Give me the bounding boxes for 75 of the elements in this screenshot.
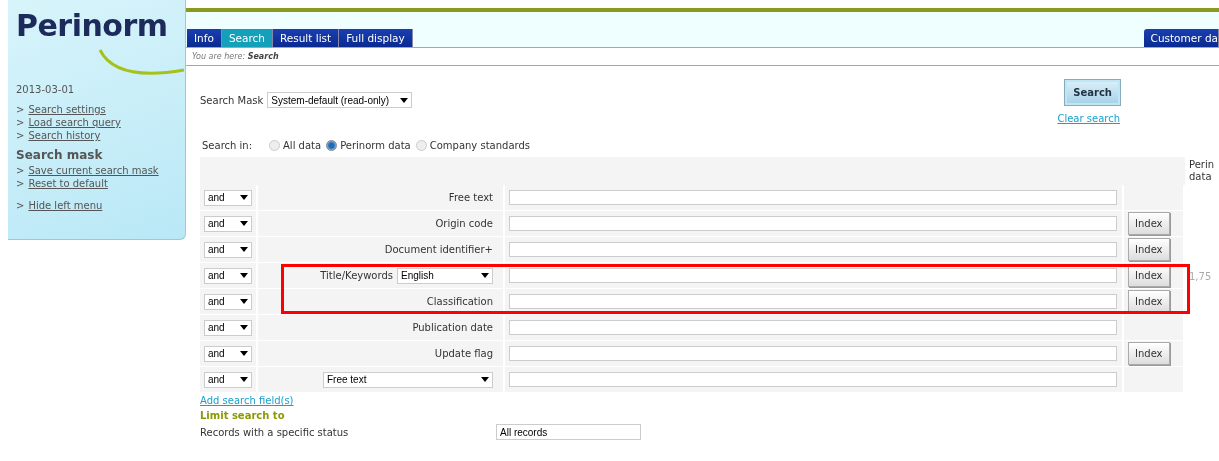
field-label: Update flag <box>434 348 493 359</box>
hide-menu-link[interactable]: Hide left menu <box>28 200 103 211</box>
result-count: 1,75 <box>1189 270 1212 282</box>
caret-icon <box>240 351 248 356</box>
field-label: Title/Keywords <box>320 270 393 281</box>
caret-icon <box>240 299 248 304</box>
search-input[interactable] <box>509 320 1117 335</box>
caret-icon <box>240 273 248 278</box>
caret-icon <box>240 195 248 200</box>
section-heading: Limit search to <box>200 409 286 423</box>
search-in-label: Search in: <box>202 140 253 151</box>
tab[interactable]: Info <box>187 29 222 47</box>
field-label: Classification <box>426 296 493 307</box>
status-dropdown[interactable]: All records <box>496 424 641 440</box>
sidebar-link[interactable]: Reset to default <box>28 178 108 189</box>
radio-button[interactable] <box>269 140 281 151</box>
operator-dropdown[interactable]: and <box>204 267 252 284</box>
search-button[interactable]: Search <box>1065 80 1120 105</box>
link-marker: > <box>16 130 25 141</box>
search-mask-dropdown[interactable]: System-default (read-only) <box>267 92 413 108</box>
caret-icon <box>481 273 489 278</box>
operator-dropdown[interactable]: and <box>204 241 252 258</box>
sidebar-heading: Search mask <box>16 148 104 162</box>
index-button[interactable]: Index <box>1128 342 1170 365</box>
index-button[interactable]: Index <box>1128 238 1170 261</box>
caret-icon <box>400 97 409 103</box>
sidebar-link[interactable]: Search history <box>28 130 101 141</box>
radio-label: Company standards <box>429 140 531 151</box>
tab[interactable]: Customer da <box>1143 29 1219 47</box>
field-dropdown[interactable]: Free text <box>323 371 493 388</box>
sidebar-link[interactable]: Save current search mask <box>28 165 159 176</box>
tab[interactable]: Full display <box>339 29 413 47</box>
search-mask-label: Search Mask <box>200 94 264 106</box>
operator-dropdown[interactable]: and <box>204 319 252 336</box>
search-input[interactable] <box>509 294 1117 309</box>
radio-label: All data <box>283 140 322 151</box>
radio-label: Perinorm data <box>340 140 411 151</box>
operator-dropdown[interactable]: and <box>204 215 252 232</box>
search-input[interactable] <box>509 346 1117 361</box>
caret-icon <box>240 325 248 330</box>
field-label: Free text <box>448 192 493 203</box>
status-label: Records with a specific status <box>200 426 350 438</box>
link-marker: > <box>16 165 25 176</box>
operator-dropdown[interactable]: and <box>204 371 252 388</box>
caret-icon <box>240 377 248 382</box>
link-marker: > <box>16 200 25 211</box>
search-input[interactable] <box>509 216 1117 231</box>
search-input[interactable] <box>509 268 1117 283</box>
operator-dropdown[interactable]: and <box>204 293 252 310</box>
caret-icon <box>481 377 489 382</box>
breadcrumb: You are here: Search <box>186 48 1219 66</box>
operator-dropdown[interactable]: and <box>204 189 252 206</box>
operator-dropdown[interactable]: and <box>204 345 252 362</box>
date-text: 2013-03-01 <box>16 84 76 95</box>
link-marker: > <box>16 104 25 115</box>
search-input[interactable] <box>509 372 1117 387</box>
sidebar-link[interactable]: Search settings <box>28 104 106 115</box>
field-label: Origin code <box>435 218 493 229</box>
caret-icon <box>240 247 248 252</box>
link-marker: > <box>16 117 25 128</box>
language-dropdown[interactable]: English <box>397 267 493 284</box>
index-button[interactable]: Index <box>1128 290 1170 313</box>
sidebar-link[interactable]: Load search query <box>28 117 121 128</box>
search-input[interactable] <box>509 242 1117 257</box>
field-label: Document identifier+ <box>384 244 493 255</box>
radio-button[interactable] <box>326 140 338 151</box>
tab[interactable]: Result list <box>272 29 340 47</box>
field-label: Publication date <box>412 322 493 333</box>
logo-text: Perinorm <box>16 8 168 43</box>
column-heading: Perin data <box>1189 159 1216 183</box>
index-button[interactable]: Index <box>1128 212 1170 235</box>
caret-icon <box>240 221 248 226</box>
link-marker: > <box>16 178 25 189</box>
radio-button[interactable] <box>415 140 427 151</box>
search-input[interactable] <box>509 190 1117 205</box>
